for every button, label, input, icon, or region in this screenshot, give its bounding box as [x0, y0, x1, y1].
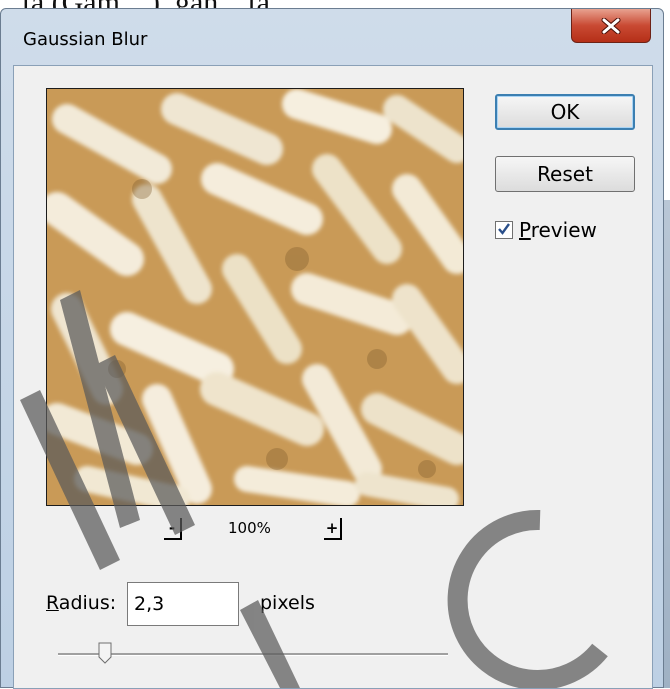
dialog-client-area: - 100% + OK Reset Preview Radius: pixels: [13, 65, 653, 689]
gaussian-blur-dialog: Gaussian Blur - 100% + OK Reset Preview …: [0, 8, 664, 689]
preview-checkbox-row[interactable]: Preview: [495, 218, 597, 242]
radius-unit-label: pixels: [260, 592, 315, 614]
preview-checkbox[interactable]: [495, 221, 513, 239]
reset-button[interactable]: Reset: [495, 156, 635, 192]
close-icon: [601, 17, 621, 34]
ok-button[interactable]: OK: [495, 94, 635, 130]
radius-label: Radius:: [46, 592, 117, 614]
radius-slider-thumb[interactable]: [98, 642, 112, 664]
zoom-in-button[interactable]: +: [324, 518, 342, 540]
preview-label: Preview: [519, 218, 597, 242]
title-bar[interactable]: Gaussian Blur: [1, 9, 663, 65]
zoom-out-button[interactable]: -: [164, 518, 182, 540]
zoom-level: 100%: [228, 519, 271, 537]
close-button[interactable]: [571, 9, 651, 43]
radius-slider-track[interactable]: [58, 653, 448, 656]
background-window-edge: [664, 200, 670, 688]
checkmark-icon: [497, 221, 511, 240]
radius-input[interactable]: [127, 582, 239, 626]
preview-image[interactable]: [46, 88, 464, 506]
window-title: Gaussian Blur: [23, 29, 148, 50]
